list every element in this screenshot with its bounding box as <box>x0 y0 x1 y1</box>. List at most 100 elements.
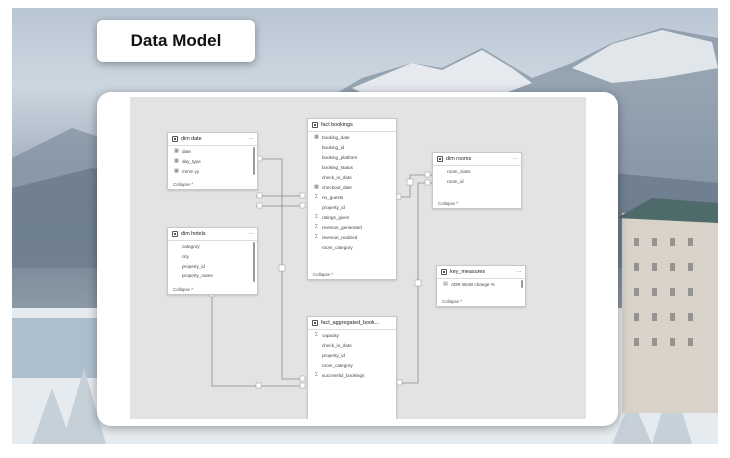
field-row[interactable]: Σrevenue_generated <box>308 222 396 232</box>
more-options-icon[interactable]: ··· <box>249 136 254 142</box>
table-name: dim date <box>181 136 202 142</box>
field-label: ratings_given <box>322 214 350 220</box>
table-fact-aggregated-bookings[interactable]: fact_aggregated_book... Σcapacity check_… <box>307 316 397 419</box>
field-row[interactable]: category <box>168 241 257 251</box>
field-label: revenue_generated <box>322 224 362 230</box>
field-row[interactable]: ▦ booking_date <box>308 132 396 142</box>
table-header[interactable]: dim hotels ··· <box>168 228 257 241</box>
field-label: ADR WoW change % <box>451 281 495 287</box>
field-label: property_id <box>322 204 345 210</box>
field-label: successful_bookings <box>322 372 365 378</box>
field-label: no_guests <box>322 194 344 200</box>
collapse-button[interactable]: Collapse ^ <box>438 201 458 206</box>
table-header[interactable]: fact_aggregated_book... <box>308 317 396 330</box>
field-row[interactable]: Σratings_given <box>308 212 396 222</box>
field-row[interactable]: room_category <box>308 242 396 252</box>
scrollbar[interactable] <box>521 280 523 288</box>
table-fact-bookings[interactable]: fact bookings ▦ booking_date booking_id b… <box>307 118 397 280</box>
field-row[interactable]: Σcapacity <box>308 330 396 340</box>
table-icon <box>172 136 178 142</box>
collapse-button[interactable]: Collapse ^ <box>442 299 462 304</box>
page-title-card: Data Model <box>97 20 255 62</box>
table-icon <box>437 156 443 162</box>
table-name: key_measures <box>450 269 486 275</box>
field-row[interactable]: room_id <box>433 176 521 186</box>
field-row[interactable]: property_name <box>168 271 257 279</box>
field-row[interactable]: ▤ ADR WoW change % <box>437 279 525 289</box>
field-row[interactable]: Σrevenue_realized <box>308 232 396 242</box>
table-name: fact bookings <box>321 122 353 128</box>
field-row[interactable]: city <box>168 251 257 261</box>
field-row[interactable]: room_class <box>433 166 521 176</box>
calendar-icon: ▦ <box>174 148 179 154</box>
sigma-icon: Σ <box>314 372 319 378</box>
field-label: room_category <box>322 244 353 250</box>
field-label: booking_platform <box>322 154 358 160</box>
field-label: category <box>182 243 200 249</box>
collapse-button[interactable]: Collapse ^ <box>313 272 333 277</box>
collapse-button[interactable]: Collapse ^ <box>173 287 193 292</box>
field-row[interactable]: booking_platform <box>308 152 396 162</box>
page-title: Data Model <box>130 31 222 50</box>
field-row[interactable]: Σsuccessful_bookings <box>308 370 396 380</box>
field-row[interactable]: ▦ date <box>168 146 257 156</box>
calendar-icon: ▦ <box>314 184 319 190</box>
scrollbar[interactable] <box>253 242 255 282</box>
field-row[interactable]: Σno_guests <box>308 192 396 202</box>
field-label: booking_id <box>322 144 345 150</box>
field-label: capacity <box>322 332 339 338</box>
table-name: fact_aggregated_book... <box>321 320 380 326</box>
table-name: dim hotels <box>181 231 206 237</box>
table-dim-rooms[interactable]: dim rooms ··· room_class room_id Collaps… <box>432 152 522 209</box>
field-label: room_class <box>447 168 471 174</box>
field-label: room_id <box>447 178 464 184</box>
table-key-measures[interactable]: key_measures ··· ▤ ADR WoW change % Colla… <box>436 265 526 307</box>
field-label: date <box>182 148 191 154</box>
field-label: check_in_date <box>322 174 352 180</box>
collapse-button[interactable]: Collapse ^ <box>173 182 193 187</box>
table-dim-date[interactable]: dim date ··· ▦ date ▦ day_type ▦ mmm yy Col… <box>167 132 258 190</box>
table-name: dim rooms <box>446 156 472 162</box>
field-label: checkout_date <box>322 184 352 190</box>
field-row[interactable]: property_id <box>308 202 396 212</box>
field-row[interactable]: check_in_date <box>308 172 396 182</box>
field-label: check_in_date <box>322 342 352 348</box>
sigma-icon: Σ <box>314 214 319 220</box>
more-options-icon[interactable]: ··· <box>513 156 518 162</box>
field-row[interactable]: ▦ mmm yy <box>168 166 257 176</box>
field-row[interactable]: check_in_date <box>308 340 396 350</box>
field-label: property_id <box>182 263 205 269</box>
field-row[interactable]: ▦ checkout_date <box>308 182 396 192</box>
sigma-icon: Σ <box>314 194 319 200</box>
more-options-icon[interactable]: ··· <box>249 231 254 237</box>
table-header[interactable]: dim date ··· <box>168 133 257 146</box>
sigma-icon: Σ <box>314 224 319 230</box>
field-label: property_id <box>322 352 345 358</box>
table-header[interactable]: dim rooms ··· <box>433 153 521 166</box>
field-row[interactable]: ▦ day_type <box>168 156 257 166</box>
field-row[interactable]: property_id <box>308 350 396 360</box>
table-header[interactable]: fact bookings <box>308 119 396 132</box>
scrollbar[interactable] <box>253 147 255 175</box>
model-canvas[interactable]: dim date ··· ▦ date ▦ day_type ▦ mmm yy Col… <box>130 97 586 419</box>
field-label: booking_status <box>322 164 353 170</box>
table-icon <box>441 269 447 275</box>
field-label: revenue_realized <box>322 234 358 240</box>
field-label: room_category <box>322 362 353 368</box>
field-label: city <box>182 253 189 259</box>
field-row[interactable]: room_category <box>308 360 396 370</box>
more-options-icon[interactable]: ··· <box>517 269 522 275</box>
table-dim-hotels[interactable]: dim hotels ··· category city property_id… <box>167 227 258 295</box>
calculator-icon: ▤ <box>443 281 448 287</box>
field-row[interactable]: property_id <box>168 261 257 271</box>
sigma-icon: Σ <box>314 332 319 338</box>
field-row[interactable]: booking_id <box>308 142 396 152</box>
sigma-icon: Σ <box>314 234 319 240</box>
field-label: day_type <box>182 158 201 164</box>
field-row[interactable]: booking_status <box>308 162 396 172</box>
table-icon <box>172 231 178 237</box>
field-label: mmm yy <box>182 168 200 174</box>
field-label: property_name <box>182 272 213 278</box>
table-header[interactable]: key_measures ··· <box>437 266 525 279</box>
calendar-icon: ▦ <box>174 158 179 164</box>
